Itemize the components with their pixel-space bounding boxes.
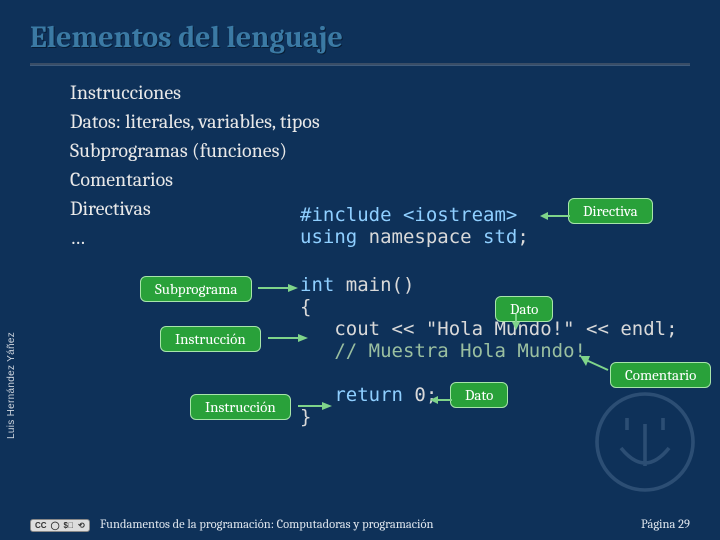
code-using-ns: namespace xyxy=(357,226,483,248)
code-return: return xyxy=(334,384,403,406)
arrow-icon xyxy=(580,356,610,372)
page-number: Página 29 xyxy=(641,518,690,532)
arrow-icon xyxy=(298,400,332,412)
pill-dato-2: Dato xyxy=(450,382,508,408)
pill-instruccion-2: Instrucción xyxy=(190,394,291,420)
author-text: Luis Hernández Yáñez xyxy=(6,332,17,439)
footer: CC◯$⃠⟲ Fundamentos de la programación: C… xyxy=(0,510,720,540)
arrow-icon xyxy=(268,332,308,344)
arrow-icon xyxy=(510,314,522,330)
code-int: int xyxy=(300,274,334,296)
bullet-item: Instrucciones xyxy=(70,78,720,107)
bullet-item: Comentarios xyxy=(70,165,720,194)
code-mainfn: main() xyxy=(334,274,414,296)
code-endl: << endl; xyxy=(575,318,678,340)
watermark-icon xyxy=(585,382,705,506)
arrow-icon xyxy=(258,282,298,294)
bullet-item: Subprogramas (funciones) xyxy=(70,136,720,165)
arrow-icon xyxy=(430,394,452,406)
pill-instruccion: Instrucción xyxy=(160,326,261,352)
code-using-kw: using xyxy=(300,226,357,248)
subrule xyxy=(30,65,690,66)
code-brace-open: { xyxy=(300,296,311,318)
title-area: Elementos del lenguaje xyxy=(0,0,720,59)
license-badge: CC◯$⃠⟲ xyxy=(30,519,90,532)
pill-directiva: Directiva xyxy=(568,198,653,224)
code-directives: #include <iostream> using namespace std; xyxy=(300,204,529,248)
footer-text: Fundamentos de la programación: Computad… xyxy=(100,518,433,532)
bullet-item: Datos: literales, variables, tipos xyxy=(70,107,720,136)
code-comment: // Muestra Hola Mundo! xyxy=(300,340,586,362)
pill-subprograma: Subprograma xyxy=(140,276,252,302)
cc-icon: CC◯$⃠⟲ xyxy=(30,519,90,532)
code-using-std: std xyxy=(483,226,517,248)
pill-dato: Dato xyxy=(495,296,553,322)
code-semi: ; xyxy=(517,226,528,248)
code-cout: cout << xyxy=(300,318,426,340)
code-include: #include <iostream> xyxy=(300,204,517,226)
slide-title: Elementos del lenguaje xyxy=(30,20,690,55)
arrow-icon xyxy=(540,210,570,222)
